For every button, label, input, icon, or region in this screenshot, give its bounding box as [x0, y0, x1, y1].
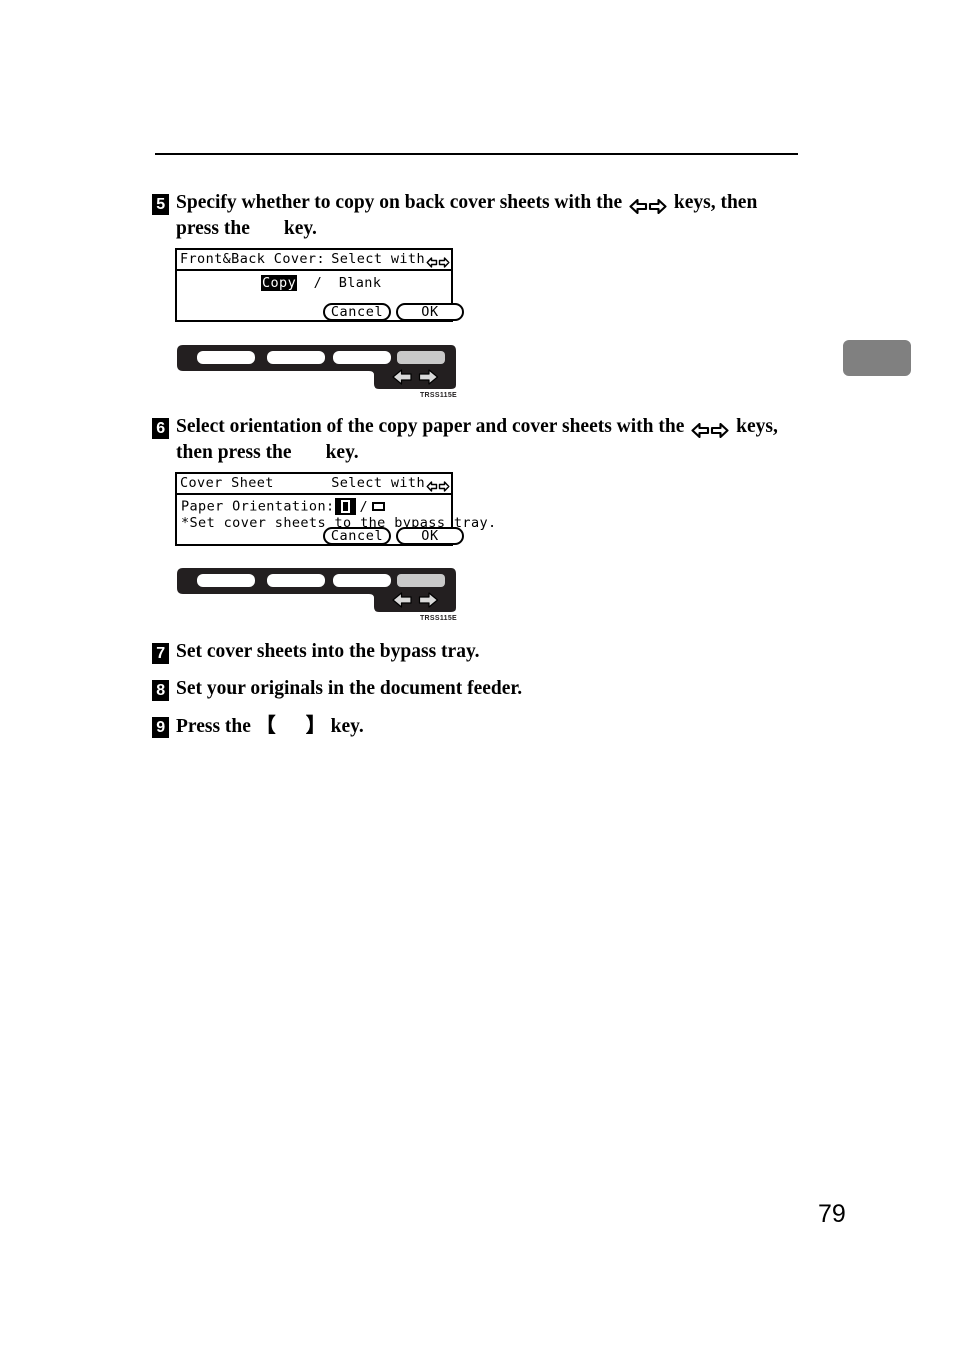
page-number: 79: [818, 1200, 846, 1228]
arrow-left-key-icon: [629, 199, 648, 215]
lcd-ok-button[interactable]: OK: [396, 303, 464, 321]
lcd-front-back-cover: Front&Back Cover: Select with Copy / Bla…: [175, 248, 464, 322]
landscape-icon[interactable]: [372, 502, 386, 511]
step-8: 8 Set your originals in the document fee…: [152, 678, 802, 701]
arrow-right-key-icon: [648, 199, 667, 215]
step-7-text: Set cover sheets into the bypass tray.: [176, 641, 480, 662]
lcd-option-row: Copy / Blank: [261, 275, 381, 292]
operation-panel-svg: [177, 345, 456, 389]
figure-caption: TRSS115E: [419, 615, 457, 622]
lcd-orientation-portrait-option[interactable]: [334, 498, 356, 515]
lcd-body: Copy / Blank Cancel OK: [177, 271, 464, 321]
step-9-number: 9: [152, 717, 169, 738]
step-5: 5 Specify whether to copy on back cover …: [152, 192, 802, 240]
chapter-tab-marker: [843, 340, 911, 376]
lcd-option-separator: /: [313, 275, 323, 291]
step-6-line2-part1: then press the: [176, 441, 292, 463]
lcd-select-with-label: Select with: [331, 475, 425, 491]
lcd-title: Cover Sheet: [180, 475, 274, 491]
arrow-keys-glyph: [629, 195, 667, 218]
step-5-line1-part1: Specify whether to copy on back cover sh…: [176, 192, 623, 213]
step-5-line2-part2: key.: [283, 217, 317, 239]
lcd-select-with-label: Select with: [331, 251, 425, 267]
arrow-left-key-icon: [426, 481, 438, 492]
step-6-text: Select orientation of the copy paper and…: [176, 416, 801, 464]
portrait-icon: [340, 500, 350, 513]
lcd-orientation-row: Paper Orientation: /: [181, 498, 386, 516]
step-9-part1: Press the: [176, 716, 251, 737]
operation-panel-illustration-1: TRSS115E: [175, 343, 457, 399]
lcd-option-other[interactable]: Blank: [339, 275, 382, 291]
lcd-header-arrow-icons: [426, 253, 450, 272]
step-6-line1-part1: Select orientation of the copy paper and…: [176, 416, 685, 437]
step-6-line2-part2: key.: [325, 441, 359, 463]
step-5-line1-part2: keys, then: [673, 192, 758, 213]
lcd-orientation-separator: /: [359, 498, 369, 515]
lcd-cancel-button[interactable]: Cancel: [323, 527, 391, 545]
lcd-title-row: Front&Back Cover: Select with: [177, 250, 451, 271]
arrow-right-key-icon: [711, 423, 729, 439]
arrow-left-key-icon: [426, 257, 438, 268]
step-6: 6 Select orientation of the copy paper a…: [152, 416, 802, 464]
start-key-bracket: 【】: [255, 715, 326, 737]
lcd-title: Front&Back Cover:: [180, 251, 325, 267]
step-6-line1-part2: keys,: [736, 416, 778, 437]
arrow-right-key-icon: [438, 257, 450, 268]
lcd-cancel-button[interactable]: Cancel: [323, 303, 391, 321]
lcd-header-arrow-icons: [426, 477, 450, 496]
step-5-text: Specify whether to copy on back cover sh…: [176, 192, 801, 240]
step-8-text: Set your originals in the document feede…: [176, 678, 523, 699]
step-9: 9 Press the 【】 key.: [152, 715, 802, 739]
step-9-part2: key.: [330, 716, 364, 737]
operation-panel-illustration-2: TRSS115E: [175, 566, 457, 622]
arrow-keys-glyph: [691, 419, 729, 442]
arrow-right-key-icon: [438, 481, 450, 492]
lcd-option-selected[interactable]: Copy: [261, 275, 298, 291]
lcd-title-row: Cover Sheet Select with: [177, 474, 451, 495]
step-6-number: 6: [152, 418, 169, 439]
step-9-text: Press the 【】 key.: [176, 715, 364, 739]
lcd-orientation-label: Paper Orientation:: [181, 498, 335, 515]
figure-caption: TRSS115E: [419, 392, 457, 399]
step-5-number: 5: [152, 194, 169, 215]
step-7-number: 7: [152, 643, 169, 664]
lcd-cover-sheet: Cover Sheet Select with Paper Orientatio…: [175, 472, 496, 546]
step-7: 7 Set cover sheets into the bypass tray.: [152, 641, 802, 664]
arrow-left-key-icon: [691, 423, 710, 439]
lcd-ok-button[interactable]: OK: [396, 527, 464, 545]
operation-panel-svg: [177, 568, 456, 612]
step-8-number: 8: [152, 680, 169, 701]
header-rule: [155, 153, 798, 155]
step-5-line2-part1: press the: [176, 217, 250, 239]
lcd-body: Paper Orientation: / *Set cover sheets to…: [177, 495, 496, 545]
